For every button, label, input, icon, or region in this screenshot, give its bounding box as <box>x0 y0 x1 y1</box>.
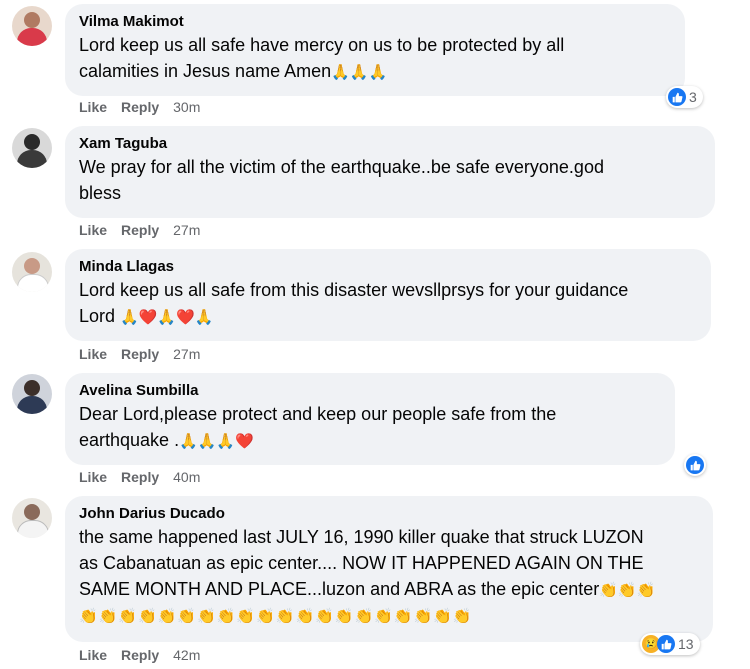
comment-author[interactable]: Vilma Makimot <box>79 12 671 32</box>
comment-text-line: Lord <box>79 306 116 326</box>
reply-link[interactable]: Reply <box>121 98 159 116</box>
timestamp[interactable]: 42m <box>173 646 200 664</box>
comment-text-line: We pray for all the victim of the earthq… <box>79 157 604 177</box>
timestamp[interactable]: 40m <box>173 468 200 486</box>
emoji-group: 👏👏👏 <box>599 582 656 599</box>
reply-link[interactable]: Reply <box>121 646 159 664</box>
comment-author[interactable]: Avelina Sumbilla <box>79 381 661 401</box>
comment-author[interactable]: Xam Taguba <box>79 134 701 154</box>
timestamp[interactable]: 27m <box>173 345 200 363</box>
reaction-summary[interactable] <box>684 454 706 476</box>
avatar[interactable] <box>12 374 52 414</box>
comment-text-line: Lord keep us all safe from this disaster… <box>79 280 629 300</box>
comment-bubble: Avelina Sumbilla Dear Lord,please protec… <box>65 373 675 465</box>
reaction-count: 3 <box>689 89 697 105</box>
like-link[interactable]: Like <box>79 345 107 363</box>
reaction-count: 13 <box>678 636 694 652</box>
reply-link[interactable]: Reply <box>121 221 159 239</box>
avatar[interactable] <box>12 498 52 538</box>
reply-link[interactable]: Reply <box>121 345 159 363</box>
reaction-summary[interactable]: 3 <box>666 86 703 108</box>
comment-bubble: Vilma Makimot Lord keep us all safe have… <box>65 4 685 96</box>
thumbs-up-icon <box>668 88 686 106</box>
like-link[interactable]: Like <box>79 646 107 664</box>
timestamp[interactable]: 27m <box>173 221 200 239</box>
reaction-summary[interactable]: 😢 13 <box>640 633 700 655</box>
reply-link[interactable]: Reply <box>121 468 159 486</box>
comment-text-line: bless <box>79 183 122 203</box>
avatar[interactable] <box>12 252 52 292</box>
comment-actions: Like Reply 42m <box>79 646 200 664</box>
comment-author[interactable]: John Darius Ducado <box>79 504 699 524</box>
comment-text-line: the same happened last JULY 16, 1990 kil… <box>79 527 644 547</box>
comment-text-line: Dear Lord,please protect and keep our pe… <box>79 404 557 424</box>
thumbs-up-icon <box>657 635 675 653</box>
thumbs-up-icon <box>686 456 704 474</box>
avatar[interactable] <box>12 6 52 46</box>
comment-bubble: Minda Llagas Lord keep us all safe from … <box>65 249 711 341</box>
comment-text-line: calamities in Jesus name Amen <box>79 61 332 81</box>
like-link[interactable]: Like <box>79 221 107 239</box>
avatar[interactable] <box>12 128 52 168</box>
comment-text-line: earthquake . <box>79 430 180 450</box>
comment-actions: Like Reply 40m <box>79 468 200 486</box>
comment-text-line: SAME MONTH AND PLACE...luzon and ABRA as… <box>79 579 600 599</box>
timestamp[interactable]: 30m <box>173 98 200 116</box>
comment-bubble: John Darius Ducado the same happened las… <box>65 496 713 642</box>
emoji-group: 🙏🙏🙏❤️ <box>179 433 254 450</box>
comment-actions: Like Reply 27m <box>79 221 200 239</box>
comment-author[interactable]: Minda Llagas <box>79 257 697 277</box>
emoji-group: 👏👏👏👏👏👏👏👏👏👏👏👏👏👏👏👏👏👏👏👏 <box>79 608 473 625</box>
comment-text-line: Lord keep us all safe have mercy on us t… <box>79 35 565 55</box>
like-link[interactable]: Like <box>79 98 107 116</box>
comment-bubble: Xam Taguba We pray for all the victim of… <box>65 126 715 218</box>
comment-text-line: as Cabanatuan as epic center.... NOW IT … <box>79 553 644 573</box>
comment-actions: Like Reply 27m <box>79 345 200 363</box>
comment-actions: Like Reply 30m <box>79 98 200 116</box>
emoji-group: 🙏🙏🙏 <box>331 64 388 81</box>
like-link[interactable]: Like <box>79 468 107 486</box>
emoji-group: 🙏❤️🙏❤️🙏 <box>120 309 214 326</box>
